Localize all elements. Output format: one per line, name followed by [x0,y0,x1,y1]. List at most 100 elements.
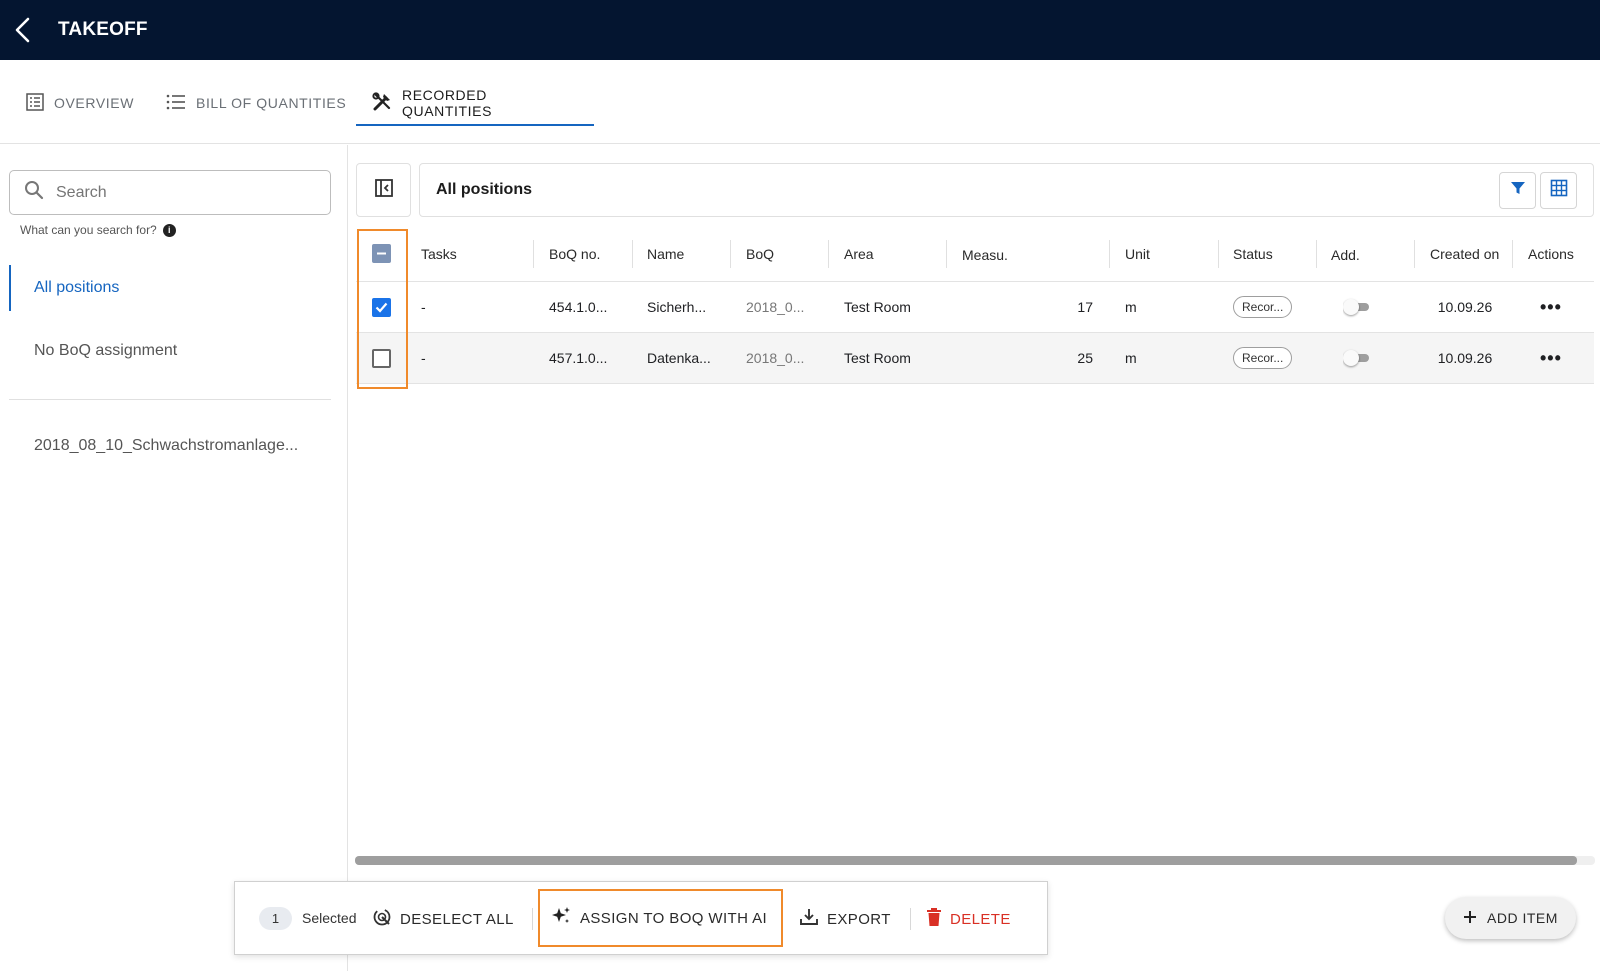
selected-label: Selected [302,910,357,926]
cell-measure: 25 [1077,350,1093,366]
deselect-all-label: DESELECT ALL [400,910,514,928]
add-toggle[interactable] [1343,350,1369,366]
col-header-boq-no[interactable]: BoQ no. [549,226,600,281]
col-header-tasks[interactable]: Tasks [421,226,457,281]
cell-add [1343,282,1369,332]
sidebar: What can you search for? i All positions… [0,145,348,971]
col-header-actions: Actions [1528,245,1574,262]
tab-bar: OVERVIEW BILL OF QUANTITIES RECORDED QUA… [0,60,1600,144]
cell-area: Test Room [844,299,911,315]
grid-view-button[interactable] [1540,172,1577,209]
column-separator [1218,240,1219,268]
selected-count-badge: 1 [259,907,292,930]
select-all-cell [372,226,391,281]
sidebar-item-boq-file[interactable]: 2018_08_10_Schwachstromanlage... [9,423,331,469]
tab-label: OVERVIEW [54,95,135,111]
filter-icon [1510,180,1526,201]
deselect-all-button[interactable]: DESELECT ALL [372,900,514,938]
content-title: All positions [436,181,532,198]
sidebar-divider [9,399,331,400]
column-separator [1414,240,1415,268]
assign-to-boq-ai-button[interactable]: ASSIGN TO BOQ WITH AI [538,889,784,947]
tab-overview[interactable]: OVERVIEW [10,82,150,124]
cell-name: Sicherh... [647,299,707,315]
select-all-checkbox[interactable] [372,244,391,263]
search-icon [24,180,44,205]
column-separator [946,240,947,268]
export-button[interactable]: EXPORT [799,900,891,938]
tools-icon [372,91,392,115]
back-arrow-icon[interactable] [4,11,42,49]
tab-label: RECORDED QUANTITIES [402,87,493,119]
search-hint: What can you search for? i [20,223,176,237]
assign-to-boq-ai-label: ASSIGN TO BOQ WITH AI [580,909,768,927]
positions-table: Tasks BoQ no. Name BoQ Area Measu. Unit … [356,226,1594,384]
col-header-created-on[interactable]: Created on [1430,226,1499,281]
delete-button[interactable]: DELETE [926,900,1011,938]
column-separator [1512,240,1513,268]
col-header-area[interactable]: Area [844,226,874,281]
row-select-cell [372,333,391,383]
col-header-status[interactable]: Status [1233,226,1273,281]
app-header: TAKEOFF [0,0,1600,60]
col-header-unit[interactable]: Unit [1125,226,1150,281]
status-chip[interactable]: Recor... [1233,296,1293,318]
row-checkbox[interactable] [372,297,391,317]
list-icon [166,94,186,113]
info-icon[interactable]: i [162,223,176,237]
col-header-name[interactable]: Name [647,226,684,281]
deselect-icon [372,907,392,931]
sidebar-item-all-positions[interactable]: All positions [9,265,331,311]
tab-label: BILL OF QUANTITIES [196,95,347,111]
more-actions-icon[interactable]: ••• [1540,348,1562,369]
delete-label: DELETE [950,910,1011,928]
table-row[interactable]: - 454.1.0... Sicherh... 2018_0... Test R… [356,282,1594,333]
export-label: EXPORT [827,910,891,928]
cell-unit: m [1125,350,1137,366]
cell-unit: m [1125,299,1137,315]
horizontal-scrollbar[interactable] [355,856,1595,865]
action-separator [532,908,533,930]
more-actions-icon[interactable]: ••• [1540,297,1562,318]
col-header-add[interactable]: Add. [1331,226,1360,281]
cell-tasks: - [421,299,426,315]
status-chip[interactable]: Recor... [1233,347,1293,369]
cell-actions: ••• [1540,333,1562,383]
cell-measure: 17 [1077,299,1093,315]
add-item-button[interactable]: ADD ITEM [1445,897,1576,939]
grid-icon [1550,179,1568,202]
cell-created-on: 10.09.26 [1437,299,1493,315]
col-header-measure[interactable]: Measu. [962,226,1008,281]
filter-button[interactable] [1499,172,1536,209]
selection-action-bar: 1 Selected DESELECT ALL ASSIGN TO BOQ WI… [234,881,1048,955]
add-item-label: ADD ITEM [1487,910,1558,926]
cell-area: Test Room [844,350,911,366]
col-header-boq[interactable]: BoQ [746,226,774,281]
row-select-cell [372,282,391,332]
cell-boq-no: 457.1.0... [549,350,608,366]
search-input[interactable] [56,183,296,202]
sidebar-item-no-boq-assignment[interactable]: No BoQ assignment [9,328,331,374]
column-separator [1109,240,1110,268]
panel-toggle-button[interactable] [356,163,411,217]
scrollbar-thumb[interactable] [355,856,1577,865]
row-checkbox[interactable] [372,348,391,368]
column-separator [1316,240,1317,268]
column-separator [828,240,829,268]
cell-actions: ••• [1540,282,1562,332]
tab-bill-of-quantities[interactable]: BILL OF QUANTITIES [150,82,362,124]
tab-recorded-quantities[interactable]: RECORDED QUANTITIES [356,82,594,126]
cell-name: Datenka... [647,350,711,366]
search-hint-text: What can you search for? [20,223,157,237]
action-separator [910,908,911,930]
sparkle-icon [550,905,572,931]
cell-boq-no: 454.1.0... [549,299,608,315]
cell-boq: 2018_0... [746,350,805,366]
sidebar-collapse-icon [374,178,394,203]
table-row[interactable]: - 457.1.0... Datenka... 2018_0... Test R… [356,333,1594,384]
search-field[interactable] [9,170,331,215]
plus-icon [1463,910,1477,927]
add-toggle[interactable] [1343,299,1369,315]
cell-tasks: - [421,350,426,366]
column-separator [632,240,633,268]
